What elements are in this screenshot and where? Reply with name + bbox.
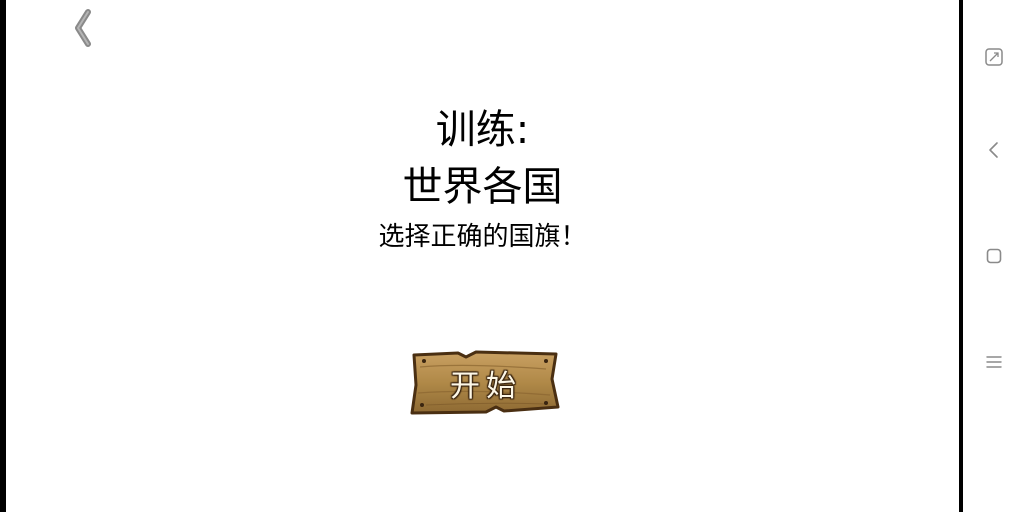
app-content: 训练: 世界各国 选择正确的国旗！ 开始: [6, 0, 959, 512]
device-screen: 训练: 世界各国 选择正确的国旗！ 开始: [0, 0, 1024, 512]
nav-menu-icon: [986, 356, 1002, 368]
start-button[interactable]: 开始: [406, 349, 560, 417]
instruction-text: 选择正确的国旗！: [378, 222, 587, 252]
nav-back-button[interactable]: [980, 136, 1008, 164]
fullscreen-button[interactable]: [980, 43, 1008, 71]
chevron-left-icon: [75, 9, 91, 47]
page-title: 训练:: [435, 107, 530, 153]
nav-menu-button[interactable]: [980, 348, 1008, 376]
nav-home-icon: [986, 248, 1002, 264]
fullscreen-icon: [985, 48, 1003, 66]
nav-home-button[interactable]: [980, 242, 1008, 270]
back-button[interactable]: [68, 6, 100, 50]
nav-back-icon: [989, 142, 998, 158]
training-header: 训练: 世界各国 选择正确的国旗！: [6, 104, 959, 254]
start-button-label: 开始: [450, 369, 522, 404]
category-title: 世界各国: [402, 164, 563, 210]
